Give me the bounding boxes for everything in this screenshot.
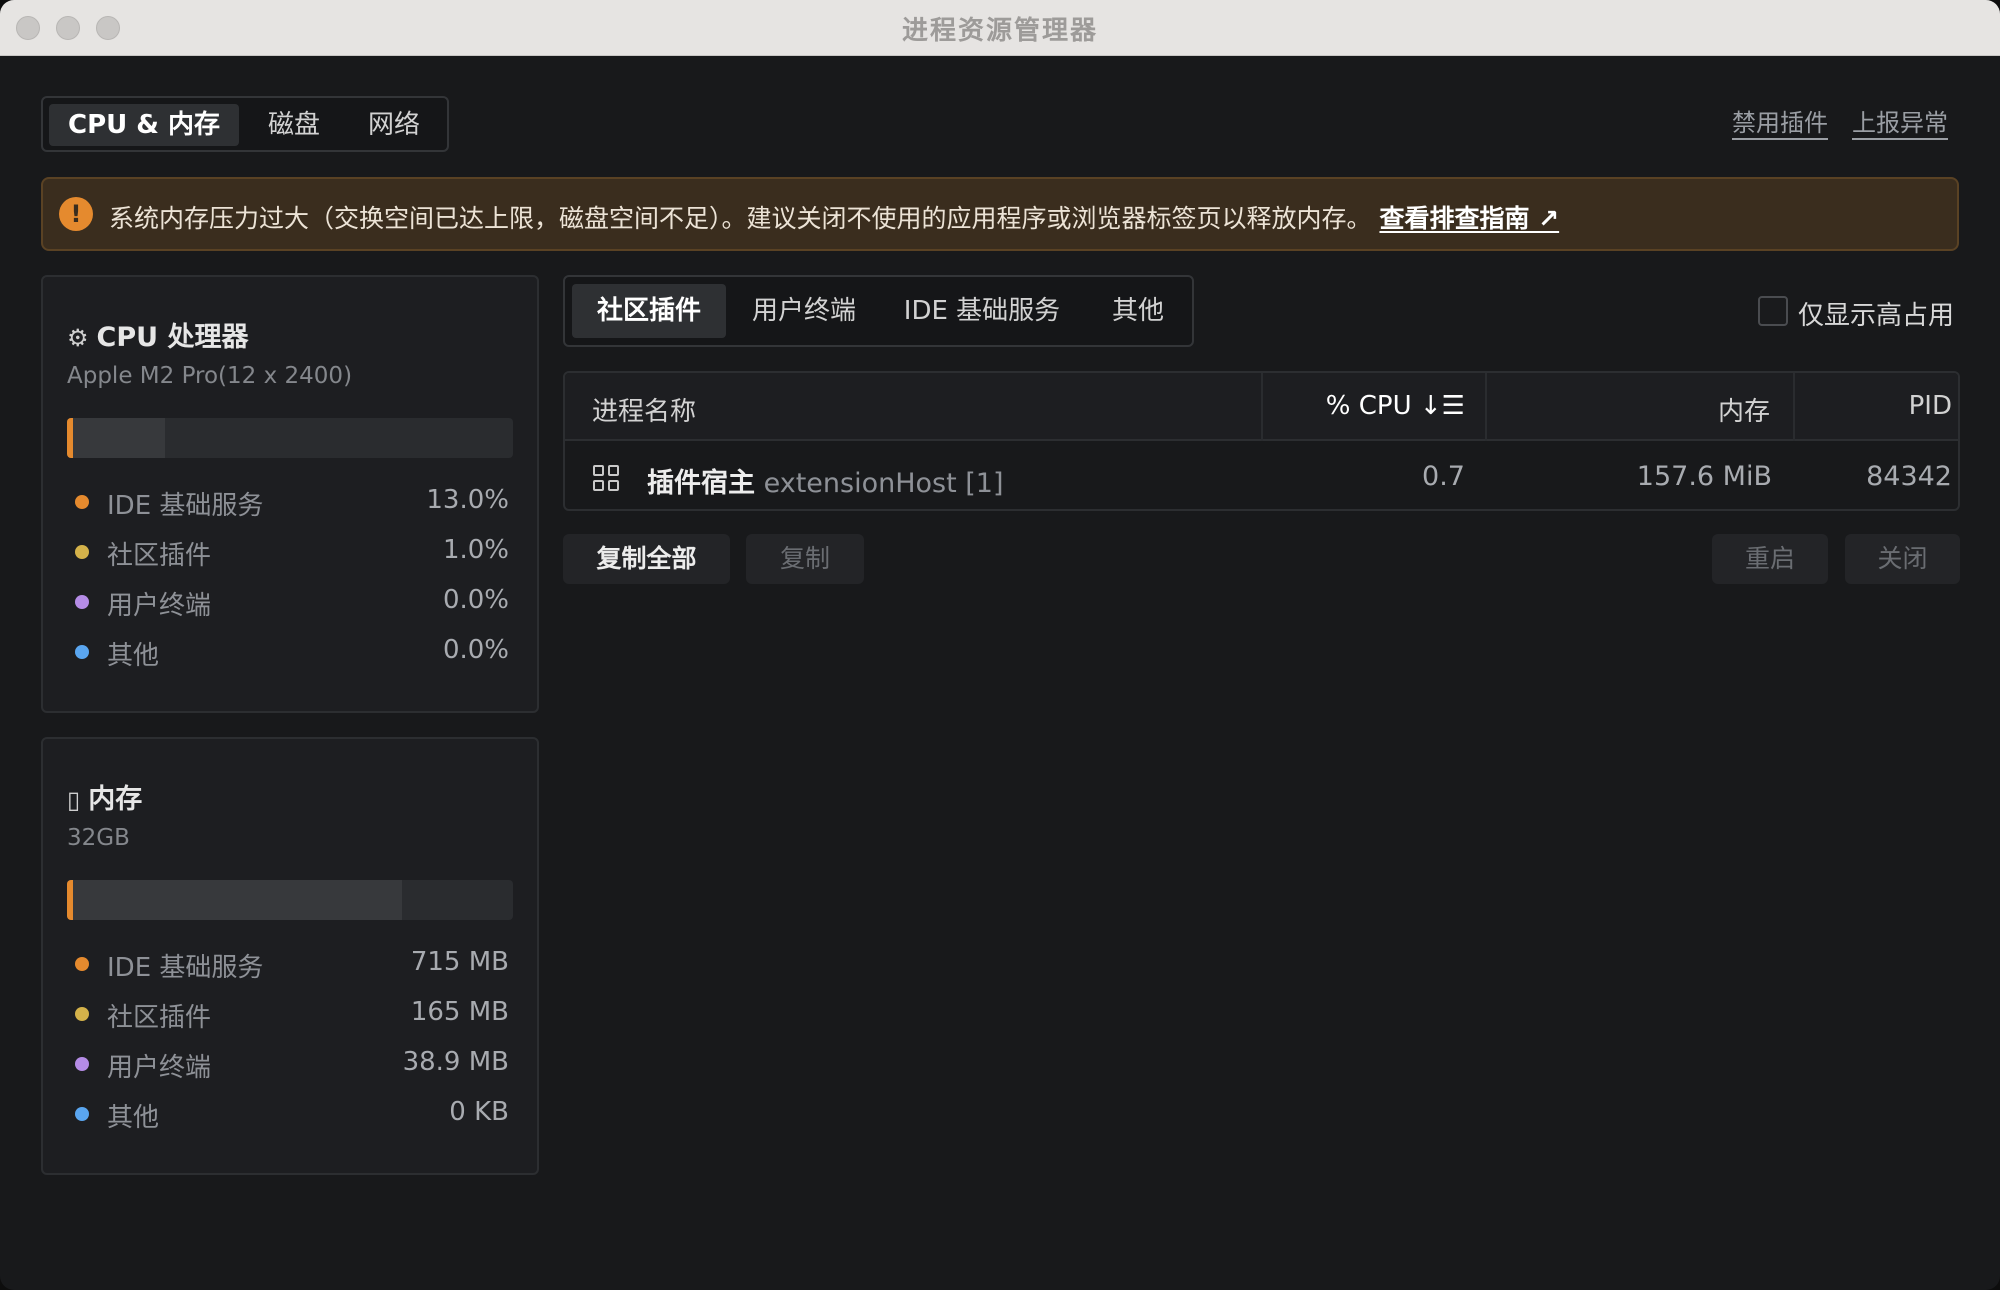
header-process-name[interactable]: 进程名称 bbox=[592, 391, 696, 428]
troubleshooting-guide-link[interactable]: 查看排查指南 ↗ bbox=[1379, 204, 1559, 233]
close-process-button[interactable]: 关闭 bbox=[1845, 534, 1960, 584]
process-table: 进程名称 % CPU ↓☰ 内存 PID 插件宿主 extensionHost … bbox=[563, 371, 1960, 511]
memory-card: ▯ 内存 32GB IDE 基础服务 715 MB 社区插件 165 MB 用户终… bbox=[41, 737, 539, 1175]
header-memory[interactable]: 内存 bbox=[1718, 391, 1770, 428]
memory-legend-terminal: 用户终端 38.9 MB bbox=[67, 1043, 513, 1083]
memory-cell: 157.6 MiB bbox=[1636, 461, 1772, 492]
legend-dot bbox=[75, 545, 89, 559]
memory-usage-accent bbox=[67, 880, 73, 920]
cpu-chip-icon: ⚙ bbox=[67, 324, 89, 352]
window-title: 进程资源管理器 bbox=[901, 16, 1098, 46]
legend-dot bbox=[75, 1007, 89, 1021]
tab-cpu-memory[interactable]: CPU & 内存 bbox=[49, 104, 239, 146]
header-cpu-sort[interactable]: % CPU ↓☰ bbox=[1326, 391, 1465, 421]
process-detail: extensionHost [1] bbox=[763, 468, 1004, 499]
legend-label: 社区插件 bbox=[107, 1003, 212, 1033]
legend-value: 13.0% bbox=[426, 485, 509, 515]
tab-disk[interactable]: 磁盘 bbox=[249, 104, 339, 146]
report-issue-link[interactable]: 上报异常 bbox=[1852, 108, 1948, 140]
cpu-title-text: CPU 处理器 bbox=[96, 322, 249, 353]
header-pid[interactable]: PID bbox=[1909, 391, 1952, 421]
cpu-card-title: ⚙ CPU 处理器 bbox=[67, 315, 248, 354]
legend-label: IDE 基础服务 bbox=[107, 953, 264, 983]
legend-value: 38.9 MB bbox=[402, 1047, 509, 1077]
memory-legend-ide: IDE 基础服务 715 MB bbox=[67, 943, 513, 983]
legend-dot bbox=[75, 495, 89, 509]
legend-label: IDE 基础服务 bbox=[107, 491, 264, 521]
legend-value: 0 KB bbox=[449, 1097, 509, 1127]
legend-dot bbox=[75, 957, 89, 971]
legend-label: 其他 bbox=[107, 1103, 160, 1133]
cpu-cell: 0.7 bbox=[1422, 461, 1465, 492]
memory-usage-fill bbox=[67, 880, 402, 920]
title-bar: 进程资源管理器 bbox=[0, 0, 2000, 56]
tab-other[interactable]: 其他 bbox=[1090, 284, 1186, 338]
column-divider bbox=[1793, 373, 1795, 441]
legend-value: 1.0% bbox=[442, 535, 509, 565]
memory-card-title: ▯ 内存 bbox=[67, 777, 142, 816]
memory-usage-bar bbox=[67, 880, 513, 920]
memory-pressure-alert: ! 系统内存压力过大（交换空间已达上限，磁盘空间不足）。建议关闭不使用的应用程序… bbox=[41, 177, 1959, 251]
tab-network[interactable]: 网络 bbox=[349, 104, 439, 146]
copy-all-button[interactable]: 复制全部 bbox=[563, 534, 730, 584]
cpu-model: Apple M2 Pro(12 x 2400) bbox=[67, 363, 353, 389]
pid-cell: 84342 bbox=[1866, 461, 1952, 492]
column-divider bbox=[1485, 373, 1487, 441]
process-category-tabs: 社区插件 用户终端 IDE 基础服务 其他 bbox=[563, 275, 1194, 347]
legend-label: 其他 bbox=[107, 641, 160, 671]
grid-apps-icon bbox=[593, 465, 621, 493]
cpu-legend-terminal: 用户终端 0.0% bbox=[67, 581, 513, 621]
legend-dot bbox=[75, 645, 89, 659]
cpu-usage-accent bbox=[67, 418, 73, 458]
memory-legend-other: 其他 0 KB bbox=[67, 1093, 513, 1133]
alert-message-line: 系统内存压力过大（交换空间已达上限，磁盘空间不足）。建议关闭不使用的应用程序或浏… bbox=[109, 199, 1559, 235]
tab-community-plugins[interactable]: 社区插件 bbox=[572, 284, 726, 338]
memory-legend-plugins: 社区插件 165 MB bbox=[67, 993, 513, 1033]
high-usage-only-label[interactable]: 仅显示高占用 bbox=[1798, 295, 1954, 332]
process-manager-window: 进程资源管理器 CPU & 内存 磁盘 网络 禁用插件 上报异常 ! 系统内存压… bbox=[0, 0, 2000, 1290]
column-divider bbox=[1261, 373, 1263, 441]
warning-icon: ! bbox=[59, 197, 93, 231]
alert-message: 系统内存压力过大（交换空间已达上限，磁盘空间不足）。建议关闭不使用的应用程序或浏… bbox=[109, 204, 1372, 233]
cpu-card: ⚙ CPU 处理器 Apple M2 Pro(12 x 2400) IDE 基础服… bbox=[41, 275, 539, 713]
legend-label: 用户终端 bbox=[107, 1053, 212, 1083]
legend-label: 社区插件 bbox=[107, 541, 212, 571]
tab-user-terminal[interactable]: 用户终端 bbox=[734, 284, 874, 338]
legend-label: 用户终端 bbox=[107, 591, 212, 621]
disable-plugins-link[interactable]: 禁用插件 bbox=[1732, 108, 1828, 140]
cpu-legend-other: 其他 0.0% bbox=[67, 631, 513, 671]
copy-button[interactable]: 复制 bbox=[746, 534, 864, 584]
cpu-legend-plugins: 社区插件 1.0% bbox=[67, 531, 513, 571]
cpu-legend-ide: IDE 基础服务 13.0% bbox=[67, 481, 513, 521]
cpu-usage-fill bbox=[67, 418, 165, 458]
table-row[interactable]: 插件宿主 extensionHost [1] 0.7 157.6 MiB 843… bbox=[565, 443, 1958, 509]
memory-total: 32GB bbox=[67, 825, 130, 851]
legend-dot bbox=[75, 1057, 89, 1071]
resource-tabs: CPU & 内存 磁盘 网络 bbox=[41, 96, 449, 152]
memory-card-icon: ▯ bbox=[67, 786, 81, 814]
process-name: 插件宿主 bbox=[647, 468, 755, 499]
legend-value: 165 MB bbox=[410, 997, 509, 1027]
legend-value: 0.0% bbox=[442, 585, 509, 615]
tab-ide-services[interactable]: IDE 基础服务 bbox=[882, 284, 1082, 338]
legend-value: 0.0% bbox=[442, 635, 509, 665]
process-name-cell: 插件宿主 extensionHost [1] bbox=[647, 461, 1004, 500]
cpu-usage-bar bbox=[67, 418, 513, 458]
legend-value: 715 MB bbox=[410, 947, 509, 977]
high-usage-only-checkbox[interactable] bbox=[1758, 296, 1788, 326]
legend-dot bbox=[75, 1107, 89, 1121]
restart-button[interactable]: 重启 bbox=[1712, 534, 1828, 584]
table-header: 进程名称 % CPU ↓☰ 内存 PID bbox=[565, 373, 1958, 441]
memory-title-text: 内存 bbox=[88, 784, 143, 815]
legend-dot bbox=[75, 595, 89, 609]
